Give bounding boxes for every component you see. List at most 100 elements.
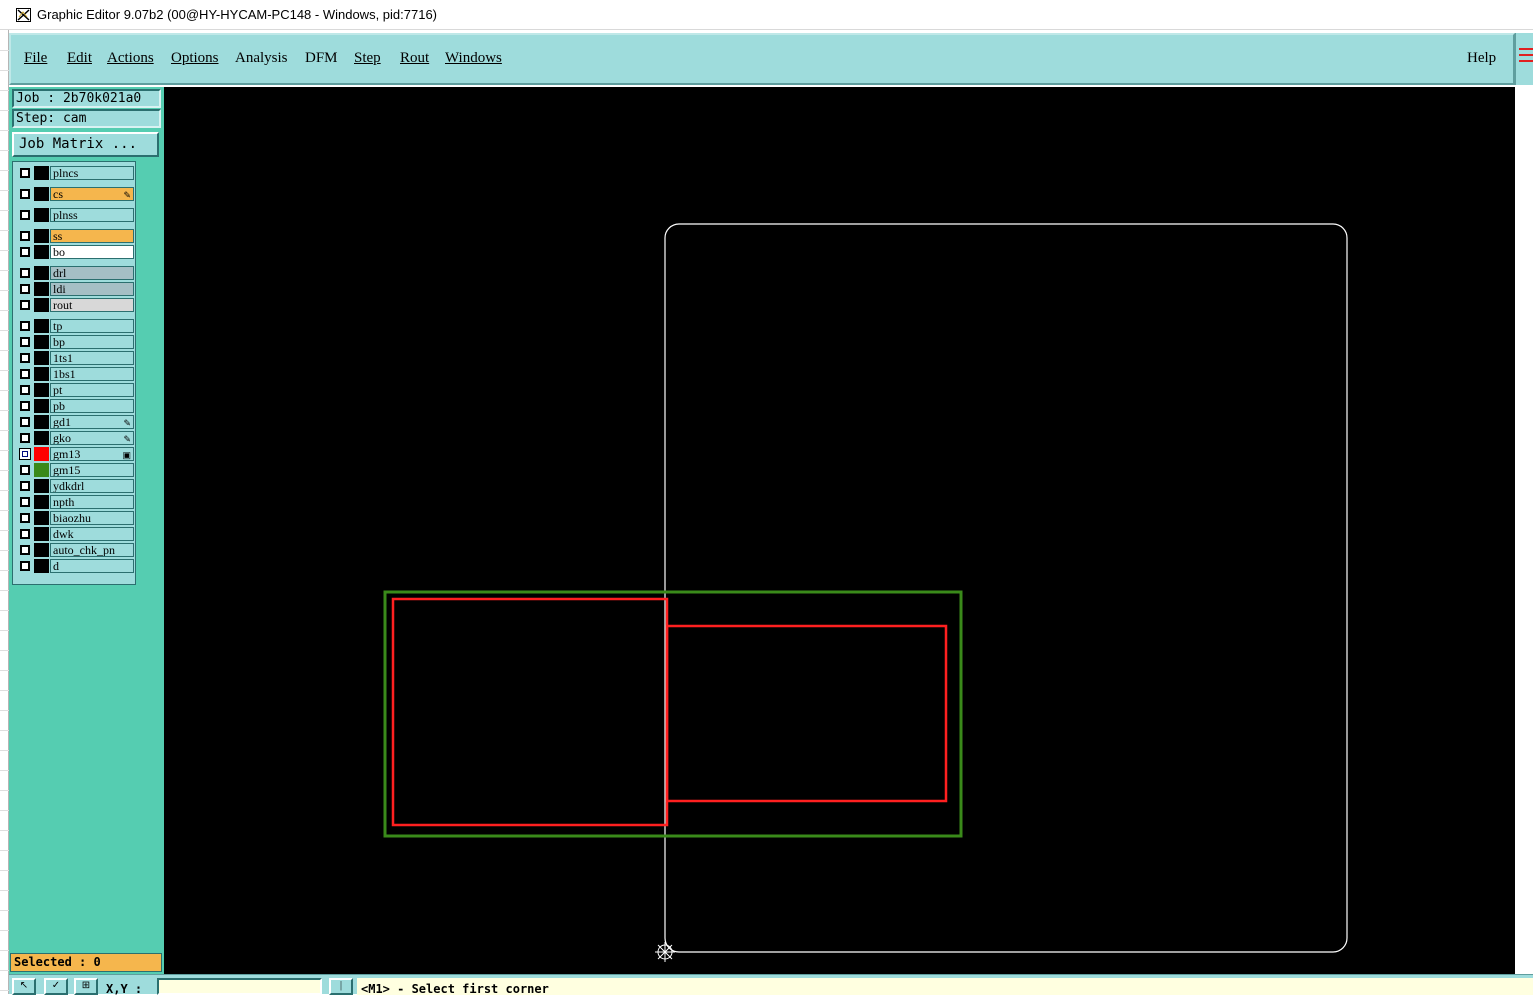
layer-color-swatch[interactable] [34, 527, 49, 541]
layer-checkbox[interactable] [20, 168, 30, 178]
layer-row-bo[interactable]: bo [16, 245, 134, 259]
menu-dfm[interactable]: DFM [305, 50, 338, 67]
layer-checkbox[interactable] [20, 529, 30, 539]
layer-name[interactable]: d [50, 559, 134, 573]
layer-checkbox[interactable] [20, 545, 30, 555]
layer-color-swatch[interactable] [34, 319, 49, 333]
layer-color-swatch[interactable] [34, 367, 49, 381]
layer-color-swatch[interactable] [34, 447, 49, 461]
layer-row-auto_chk_pn[interactable]: auto_chk_pn [16, 543, 134, 557]
layer-name[interactable]: bo [50, 245, 134, 259]
layer-color-swatch[interactable] [34, 166, 49, 180]
layer-checkbox[interactable] [20, 268, 30, 278]
layer-row-drl[interactable]: drl [16, 266, 134, 280]
layer-row-ydkdrl[interactable]: ydkdrl [16, 479, 134, 493]
check-tool-button[interactable]: ✓ [44, 978, 68, 995]
layer-row-gm13[interactable]: gm13 ▣ [16, 447, 134, 461]
menu-options[interactable]: Options [171, 50, 219, 67]
layer-row-biaozhu[interactable]: biaozhu [16, 511, 134, 525]
layer-color-swatch[interactable] [34, 245, 49, 259]
layer-color-swatch[interactable] [34, 335, 49, 349]
layer-row-d[interactable]: d [16, 559, 134, 573]
layer-checkbox[interactable] [19, 448, 31, 460]
layer-checkbox[interactable] [20, 337, 30, 347]
layer-name[interactable]: gm13 ▣ [50, 447, 134, 461]
layer-name[interactable]: cs ✎ [50, 187, 134, 201]
layer-name[interactable]: ldi [50, 282, 134, 296]
layer-checkbox[interactable] [20, 433, 30, 443]
layer-checkbox[interactable] [20, 385, 30, 395]
layer-row-pt[interactable]: pt [16, 383, 134, 397]
layer-name[interactable]: pb [50, 399, 134, 413]
menu-edit[interactable]: Edit [67, 50, 92, 67]
layer-row-pb[interactable]: pb [16, 399, 134, 413]
layer-name[interactable]: dwk [50, 527, 134, 541]
layer-row-bp[interactable]: bp [16, 335, 134, 349]
menu-rout[interactable]: Rout [400, 50, 429, 67]
layer-row-1bs1[interactable]: 1bs1 [16, 367, 134, 381]
layer-checkbox[interactable] [20, 353, 30, 363]
menu-file[interactable]: File [24, 50, 47, 67]
menu-help[interactable]: Help [1467, 50, 1496, 67]
graphic-canvas[interactable] [164, 87, 1515, 974]
layer-checkbox[interactable] [20, 481, 30, 491]
layer-checkbox[interactable] [20, 561, 30, 571]
layer-color-swatch[interactable] [34, 351, 49, 365]
layer-checkbox[interactable] [20, 210, 30, 220]
layer-checkbox[interactable] [20, 231, 30, 241]
layer-checkbox[interactable] [20, 369, 30, 379]
layer-color-swatch[interactable] [34, 559, 49, 573]
layer-row-rout[interactable]: rout [16, 298, 134, 312]
zoom-tool-button[interactable]: ⊞ [74, 978, 98, 995]
layer-checkbox[interactable] [20, 401, 30, 411]
menu-analysis[interactable]: Analysis [235, 50, 288, 67]
menu-step[interactable]: Step [354, 50, 381, 67]
menu-lines-icon[interactable] [1519, 48, 1533, 66]
layer-color-swatch[interactable] [34, 495, 49, 509]
layer-name[interactable]: auto_chk_pn [50, 543, 134, 557]
layer-color-swatch[interactable] [34, 266, 49, 280]
layer-row-1ts1[interactable]: 1ts1 [16, 351, 134, 365]
layer-checkbox[interactable] [20, 497, 30, 507]
menu-actions[interactable]: Actions [107, 50, 154, 67]
layer-checkbox[interactable] [20, 465, 30, 475]
layer-color-swatch[interactable] [34, 399, 49, 413]
layer-row-dwk[interactable]: dwk [16, 527, 134, 541]
layer-color-swatch[interactable] [34, 208, 49, 222]
layer-name[interactable]: npth [50, 495, 134, 509]
layer-name[interactable]: 1ts1 [50, 351, 134, 365]
layer-color-swatch[interactable] [34, 298, 49, 312]
layer-name[interactable]: plncs [50, 166, 134, 180]
layer-row-tp[interactable]: tp [16, 319, 134, 333]
job-matrix-button[interactable]: Job Matrix ... [12, 132, 159, 157]
layer-name[interactable]: gm15 [50, 463, 134, 477]
layer-checkbox[interactable] [20, 513, 30, 523]
layer-row-gd1[interactable]: gd1 ✎ [16, 415, 134, 429]
mode-button[interactable]: | [329, 978, 353, 995]
layer-color-swatch[interactable] [34, 463, 49, 477]
layer-checkbox[interactable] [20, 321, 30, 331]
layer-name[interactable]: gd1 ✎ [50, 415, 134, 429]
layer-color-swatch[interactable] [34, 229, 49, 243]
layer-checkbox[interactable] [20, 189, 30, 199]
layer-color-swatch[interactable] [34, 383, 49, 397]
layer-row-cs[interactable]: cs ✎ [16, 187, 134, 201]
menu-windows[interactable]: Windows [445, 50, 502, 67]
layer-name[interactable]: drl [50, 266, 134, 280]
layer-row-gko[interactable]: gko ✎ [16, 431, 134, 445]
layer-name[interactable]: bp [50, 335, 134, 349]
layer-name[interactable]: rout [50, 298, 134, 312]
layer-checkbox[interactable] [20, 417, 30, 427]
pointer-tool-button[interactable]: ↖ [12, 978, 36, 995]
layer-color-swatch[interactable] [34, 543, 49, 557]
layer-row-gm15[interactable]: gm15 [16, 463, 134, 477]
layer-name[interactable]: biaozhu [50, 511, 134, 525]
layer-name[interactable]: tp [50, 319, 134, 333]
layer-row-plncs[interactable]: plncs [16, 166, 134, 180]
layer-color-swatch[interactable] [34, 282, 49, 296]
coordinate-input[interactable] [157, 978, 322, 995]
layer-checkbox[interactable] [20, 247, 30, 257]
layer-checkbox[interactable] [20, 284, 30, 294]
layer-name[interactable]: pt [50, 383, 134, 397]
layer-row-ldi[interactable]: ldi [16, 282, 134, 296]
